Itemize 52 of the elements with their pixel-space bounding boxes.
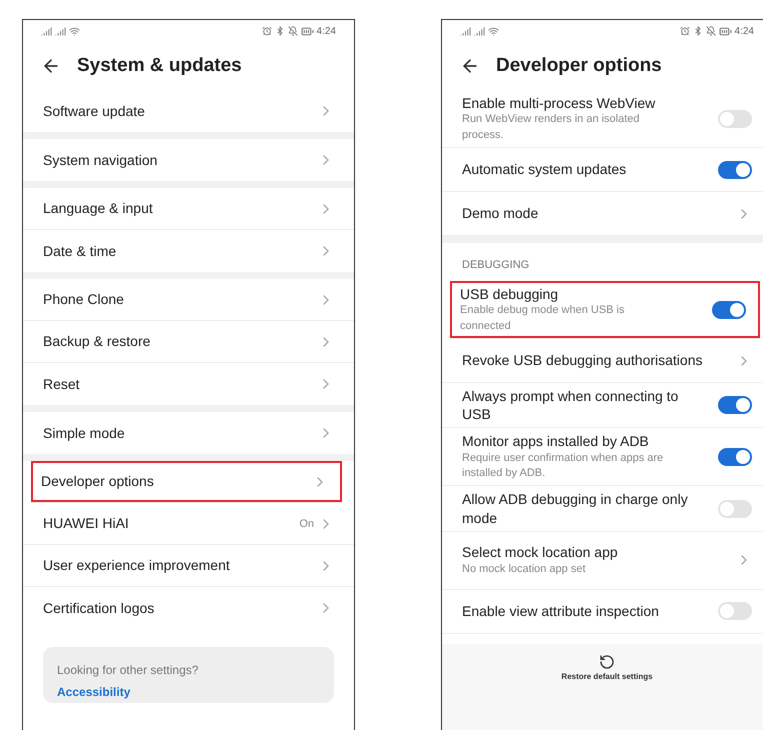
bluetooth-icon bbox=[274, 26, 285, 36]
signal-icon bbox=[460, 26, 471, 36]
signal-icon bbox=[41, 26, 52, 36]
toggle-switch[interactable] bbox=[718, 110, 752, 128]
alarm-icon bbox=[262, 26, 272, 36]
suggestion-prompt: Looking for other settings? bbox=[57, 663, 200, 677]
settings-item[interactable]: Language & input bbox=[23, 188, 354, 230]
settings-item[interactable]: USB debugging Enable debug mode when USB is connected bbox=[450, 281, 760, 339]
bluetooth-icon bbox=[692, 26, 703, 36]
settings-item[interactable]: Date & time bbox=[23, 230, 354, 272]
toggle-switch[interactable] bbox=[718, 396, 752, 414]
settings-item[interactable]: Certification logos bbox=[23, 587, 354, 629]
alarm-icon bbox=[680, 26, 690, 36]
signal-icon bbox=[474, 26, 485, 36]
status-time: 4:24 bbox=[734, 26, 754, 36]
screen-title: System & updates bbox=[77, 55, 242, 77]
wifi-icon bbox=[488, 26, 499, 36]
settings-item[interactable]: Phone Clone bbox=[23, 279, 354, 321]
toggle-switch[interactable] bbox=[718, 448, 752, 466]
settings-item[interactable]: Select mock location app No mock location app set bbox=[442, 532, 763, 590]
screen-title: Developer options bbox=[496, 55, 662, 77]
settings-item[interactable]: Simple mode bbox=[23, 412, 354, 454]
mute-icon bbox=[706, 26, 716, 36]
battery-icon bbox=[300, 24, 314, 38]
settings-item[interactable]: Developer options bbox=[31, 461, 342, 503]
settings-item[interactable]: System navigation bbox=[23, 139, 354, 181]
settings-item[interactable]: HUAWEI HiAI On bbox=[23, 503, 354, 545]
settings-item[interactable]: Allow ADB debugging in charge only mode bbox=[442, 486, 763, 532]
toggle-switch[interactable] bbox=[712, 300, 746, 318]
wifi-icon bbox=[69, 26, 80, 36]
toggle-switch[interactable] bbox=[718, 160, 752, 178]
settings-item[interactable]: Enable multi-process WebView Run WebView renders in an isolated process. bbox=[442, 90, 763, 148]
settings-item[interactable]: Enable view attribute inspection bbox=[442, 590, 763, 634]
restore-button[interactable]: Restore default settings bbox=[561, 672, 653, 681]
settings-item[interactable]: Backup & restore bbox=[23, 321, 354, 363]
settings-item[interactable]: Reset bbox=[23, 363, 354, 405]
restore-icon[interactable] bbox=[599, 654, 615, 670]
signal-icon bbox=[55, 26, 66, 36]
battery-icon bbox=[718, 24, 732, 38]
settings-item[interactable]: User experience improvement bbox=[23, 545, 354, 587]
settings-item[interactable]: Always prompt when connecting to USB bbox=[442, 383, 763, 428]
status-time: 4:24 bbox=[316, 26, 336, 36]
settings-item[interactable]: Monitor apps installed by ADB Require user confirmation when apps are installed by ADB. bbox=[442, 428, 763, 486]
settings-item[interactable]: Automatic system updates bbox=[442, 148, 763, 192]
section-header: DEBUGGING bbox=[461, 258, 530, 273]
mute-icon bbox=[288, 26, 298, 36]
item-value: On bbox=[299, 518, 314, 530]
settings-item[interactable]: Software update bbox=[23, 90, 354, 132]
settings-item[interactable]: Revoke USB debugging authorisations bbox=[442, 339, 763, 383]
toggle-switch[interactable] bbox=[718, 602, 752, 620]
toggle-switch[interactable] bbox=[718, 500, 752, 518]
accessibility-link[interactable]: Accessibility bbox=[57, 685, 320, 699]
